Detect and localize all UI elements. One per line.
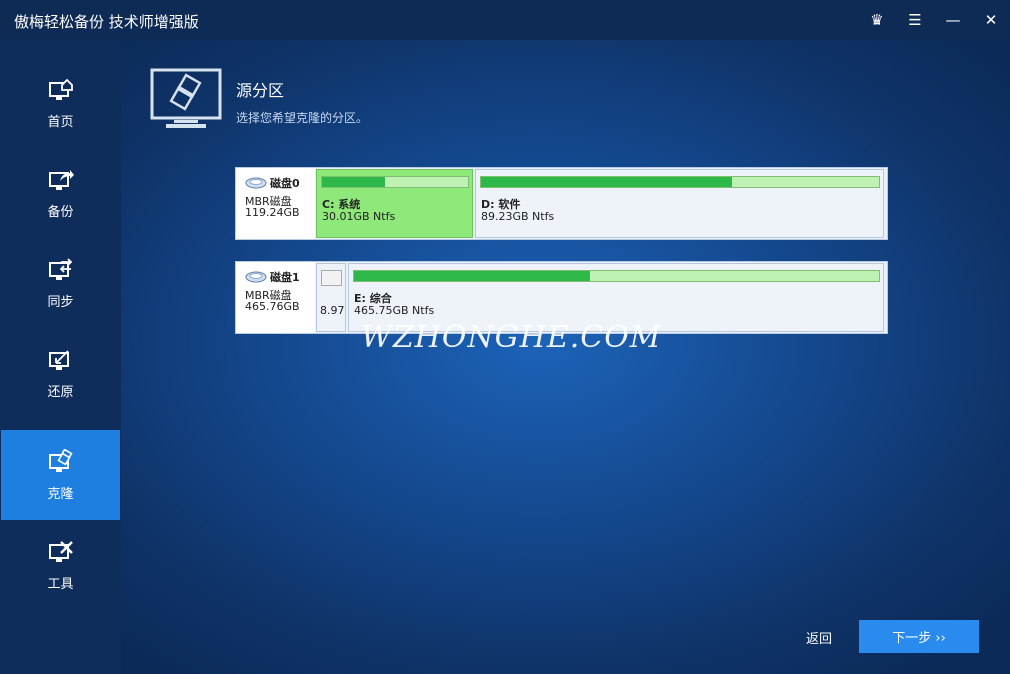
- back-button[interactable]: 返回: [806, 628, 832, 647]
- main-panel: 源分区 选择您希望克隆的分区。 磁盘0 MBR磁盘 119.24GB C: 系统…: [121, 40, 1010, 674]
- page-title: 源分区: [236, 81, 285, 100]
- usage-bar-fill: [481, 177, 732, 187]
- sidebar-item-backup[interactable]: 备份: [1, 148, 120, 238]
- sidebar: 首页 备份 同步 还原 克隆 工具: [0, 40, 121, 674]
- sidebar-item-label: 工具: [47, 576, 74, 592]
- disk-info: 磁盘0 MBR磁盘 119.24GB: [236, 168, 315, 239]
- usage-bar: [321, 270, 342, 286]
- page-subtitle: 选择您希望克隆的分区。: [236, 111, 369, 125]
- watermark-text: WZHONGHE.COM: [361, 320, 662, 355]
- usage-bar: [480, 176, 880, 188]
- clone-monitor-icon: [48, 448, 73, 472]
- sidebar-item-restore[interactable]: 还原: [1, 328, 120, 418]
- clone-partition-icon: [150, 68, 222, 128]
- sidebar-item-clone[interactable]: 克隆: [1, 430, 120, 520]
- disk-icon: [245, 271, 267, 283]
- partition-size: 8.97: [320, 304, 345, 317]
- home-monitor-icon: [48, 78, 73, 100]
- usage-bar-fill: [354, 271, 591, 281]
- crown-icon[interactable]: ♛: [862, 6, 892, 34]
- title-bar: 傲梅轻松备份 技术师增强版 ♛ ☰ — ✕: [0, 0, 1010, 40]
- usage-bar-fill: [322, 177, 385, 187]
- sidebar-item-label: 还原: [47, 384, 74, 400]
- usage-bar: [353, 270, 880, 282]
- disk-name: 磁盘1: [270, 271, 300, 284]
- partition-d[interactable]: D: 软件 89.23GB Ntfs: [475, 169, 884, 238]
- window-title: 傲梅轻松备份 技术师增强版: [14, 13, 199, 31]
- minimize-icon[interactable]: —: [938, 6, 968, 34]
- partition-size: 89.23GB Ntfs: [481, 210, 555, 223]
- sidebar-item-tools[interactable]: 工具: [1, 520, 120, 610]
- partition-size: 465.75GB Ntfs: [354, 304, 435, 317]
- sidebar-item-sync[interactable]: 同步: [1, 238, 120, 328]
- disk-icon: [245, 177, 267, 189]
- disk-row-0: 磁盘0 MBR磁盘 119.24GB C: 系统 30.01GB Ntfs D:…: [235, 167, 888, 240]
- disk-info: 磁盘1 MBR磁盘 465.76GB: [236, 262, 315, 333]
- partition-size: 30.01GB Ntfs: [322, 210, 396, 223]
- sidebar-item-label: 同步: [47, 294, 74, 310]
- partition-c[interactable]: C: 系统 30.01GB Ntfs: [316, 169, 473, 238]
- disk-name: 磁盘0: [270, 177, 300, 190]
- sidebar-item-label: 备份: [47, 204, 74, 220]
- sidebar-item-label: 克隆: [47, 486, 74, 502]
- partition-small[interactable]: 8.97: [316, 263, 346, 332]
- restore-monitor-icon: [48, 349, 69, 370]
- next-button[interactable]: 下一步 ››: [859, 620, 979, 653]
- menu-icon[interactable]: ☰: [900, 6, 930, 34]
- tools-monitor-icon: [48, 540, 73, 562]
- close-icon[interactable]: ✕: [976, 6, 1006, 34]
- backup-monitor-icon: [48, 169, 74, 190]
- usage-bar: [321, 176, 469, 188]
- disk-size: 119.24GB: [245, 206, 300, 219]
- sidebar-item-home[interactable]: 首页: [1, 58, 120, 148]
- sync-monitor-icon: [48, 257, 72, 280]
- disk-size: 465.76GB: [245, 300, 300, 313]
- sidebar-item-label: 首页: [47, 114, 74, 130]
